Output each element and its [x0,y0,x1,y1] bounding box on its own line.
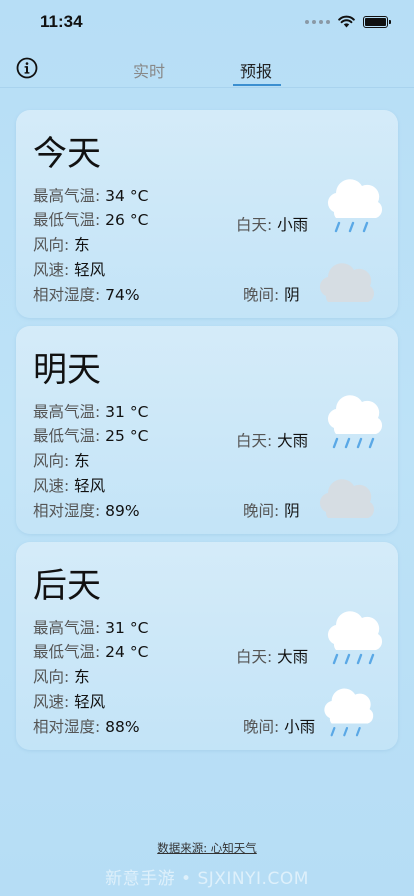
low-temp-row: 最低气温: 25 °C [33,424,148,446]
wind-direction-row: 风向: 东 [33,665,90,687]
wind-speed-label: 风速: [33,477,70,495]
wind-speed-value: 轻风 [74,693,106,711]
forecast-day-title: 今天 [33,134,101,174]
wind-direction-label: 风向: [33,236,70,254]
low-temp-label: 最低气温: [33,211,101,229]
humidity-label: 相对湿度: [33,286,101,304]
wind-speed-row: 风速: 轻风 [33,690,105,712]
high-temp-value: 31 °C [105,403,149,421]
wind-direction-row: 风向: 东 [33,449,90,471]
signal-dots-icon [305,19,330,24]
low-temp-value: 26 °C [105,211,149,229]
high-temp-row: 最高气温: 31 °C [33,400,148,422]
wind-direction-value: 东 [74,236,90,254]
forecast-card-1: 今天 最高气温: 34 °C 最低气温: 26 °C 风向: 东 风速: 轻风 … [16,110,398,318]
wind-speed-value: 轻风 [74,477,106,495]
forecast-card-2: 明天 最高气温: 31 °C 最低气温: 25 °C 风向: 东 风速: 轻风 … [16,326,398,534]
low-temp-row: 最低气温: 24 °C [33,640,148,662]
overcast-cloud-icon [314,250,380,306]
high-temp-value: 34 °C [105,187,149,205]
wind-speed-row: 风速: 轻风 [33,258,105,280]
wind-speed-row: 风速: 轻风 [33,474,105,496]
day-weather: 白天: 大雨 [236,645,308,667]
wind-direction-value: 东 [74,452,90,470]
high-temp-row: 最高气温: 31 °C [33,616,148,638]
wind-direction-value: 东 [74,668,90,686]
humidity-value: 74% [105,286,140,304]
day-weather-label: 白天: [236,216,273,234]
tab-realtime[interactable]: 实时 [133,58,165,82]
data-source-link[interactable]: 数据来源: 心知天气 [0,840,414,856]
wind-direction-label: 风向: [33,668,70,686]
forecast-day-title: 后天 [33,566,101,606]
night-weather-value: 阴 [284,502,300,520]
high-temp-value: 31 °C [105,619,149,637]
low-temp-value: 25 °C [105,427,149,445]
status-time: 11:34 [40,12,83,31]
humidity-value: 88% [105,718,140,736]
night-weather: 晚间: 小雨 [243,715,315,737]
day-weather-value: 大雨 [277,648,309,666]
high-temp-label: 最高气温: [33,619,101,637]
wind-direction-row: 风向: 东 [33,233,90,255]
day-weather-value: 大雨 [277,432,309,450]
light-rain-cloud-icon [314,682,380,738]
tab-forecast[interactable]: 预报 [240,58,272,82]
night-weather-value: 阴 [284,286,300,304]
low-temp-label: 最低气温: [33,643,101,661]
day-weather: 白天: 大雨 [236,429,308,451]
humidity-row: 相对湿度: 74% [33,283,140,305]
night-weather-label: 晚间: [243,718,280,736]
night-weather: 晚间: 阴 [243,499,300,521]
forecast-card-3: 后天 最高气温: 31 °C 最低气温: 24 °C 风向: 东 风速: 轻风 … [16,542,398,750]
high-temp-label: 最高气温: [33,187,101,205]
light-rain-cloud-icon [320,172,386,234]
humidity-label: 相对湿度: [33,502,101,520]
wind-speed-label: 风速: [33,261,70,279]
watermark: 新意手游 • SJXINYI.COM [105,869,309,889]
forecast-day-title: 明天 [33,350,101,390]
humidity-row: 相对湿度: 88% [33,715,140,737]
high-temp-label: 最高气温: [33,403,101,421]
low-temp-label: 最低气温: [33,427,101,445]
night-weather: 晚间: 阴 [243,283,300,305]
humidity-row: 相对湿度: 89% [33,499,140,521]
wind-speed-value: 轻风 [74,261,106,279]
active-tab-indicator [233,84,281,86]
day-weather-value: 小雨 [277,216,309,234]
status-icons [305,15,391,28]
wifi-icon [338,15,355,28]
heavy-rain-cloud-icon [320,388,386,450]
high-temp-row: 最高气温: 34 °C [33,184,148,206]
top-nav: 实时 预报 [0,48,414,88]
day-weather-label: 白天: [236,648,273,666]
wind-speed-label: 风速: [33,693,70,711]
night-weather-label: 晚间: [243,502,280,520]
wind-direction-label: 风向: [33,452,70,470]
heavy-rain-cloud-icon [320,604,386,666]
overcast-cloud-icon [314,466,380,522]
humidity-value: 89% [105,502,140,520]
battery-icon [363,15,391,28]
day-weather: 白天: 小雨 [236,213,308,235]
low-temp-value: 24 °C [105,643,149,661]
info-icon[interactable] [16,57,38,79]
status-bar: 11:34 [0,0,414,48]
night-weather-label: 晚间: [243,286,280,304]
night-weather-value: 小雨 [284,718,316,736]
low-temp-row: 最低气温: 26 °C [33,208,148,230]
day-weather-label: 白天: [236,432,273,450]
humidity-label: 相对湿度: [33,718,101,736]
